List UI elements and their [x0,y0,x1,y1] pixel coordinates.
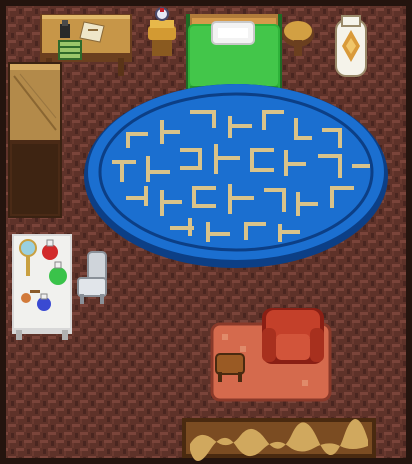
rune-rug [84,84,388,268]
entry-doormat[interactable] [182,418,376,461]
decorative-vase[interactable] [335,15,367,77]
bookshelf-cabinet[interactable] [8,62,62,218]
book-icon [58,40,82,60]
bedroom-scene [0,0,412,464]
papers-icon [79,21,105,43]
lamp-bulb-icon [155,7,169,21]
bedroom-map [0,0,412,464]
vanity-with-potions[interactable] [12,234,72,340]
pillow-icon [211,21,255,45]
red-armchair[interactable] [262,308,324,364]
